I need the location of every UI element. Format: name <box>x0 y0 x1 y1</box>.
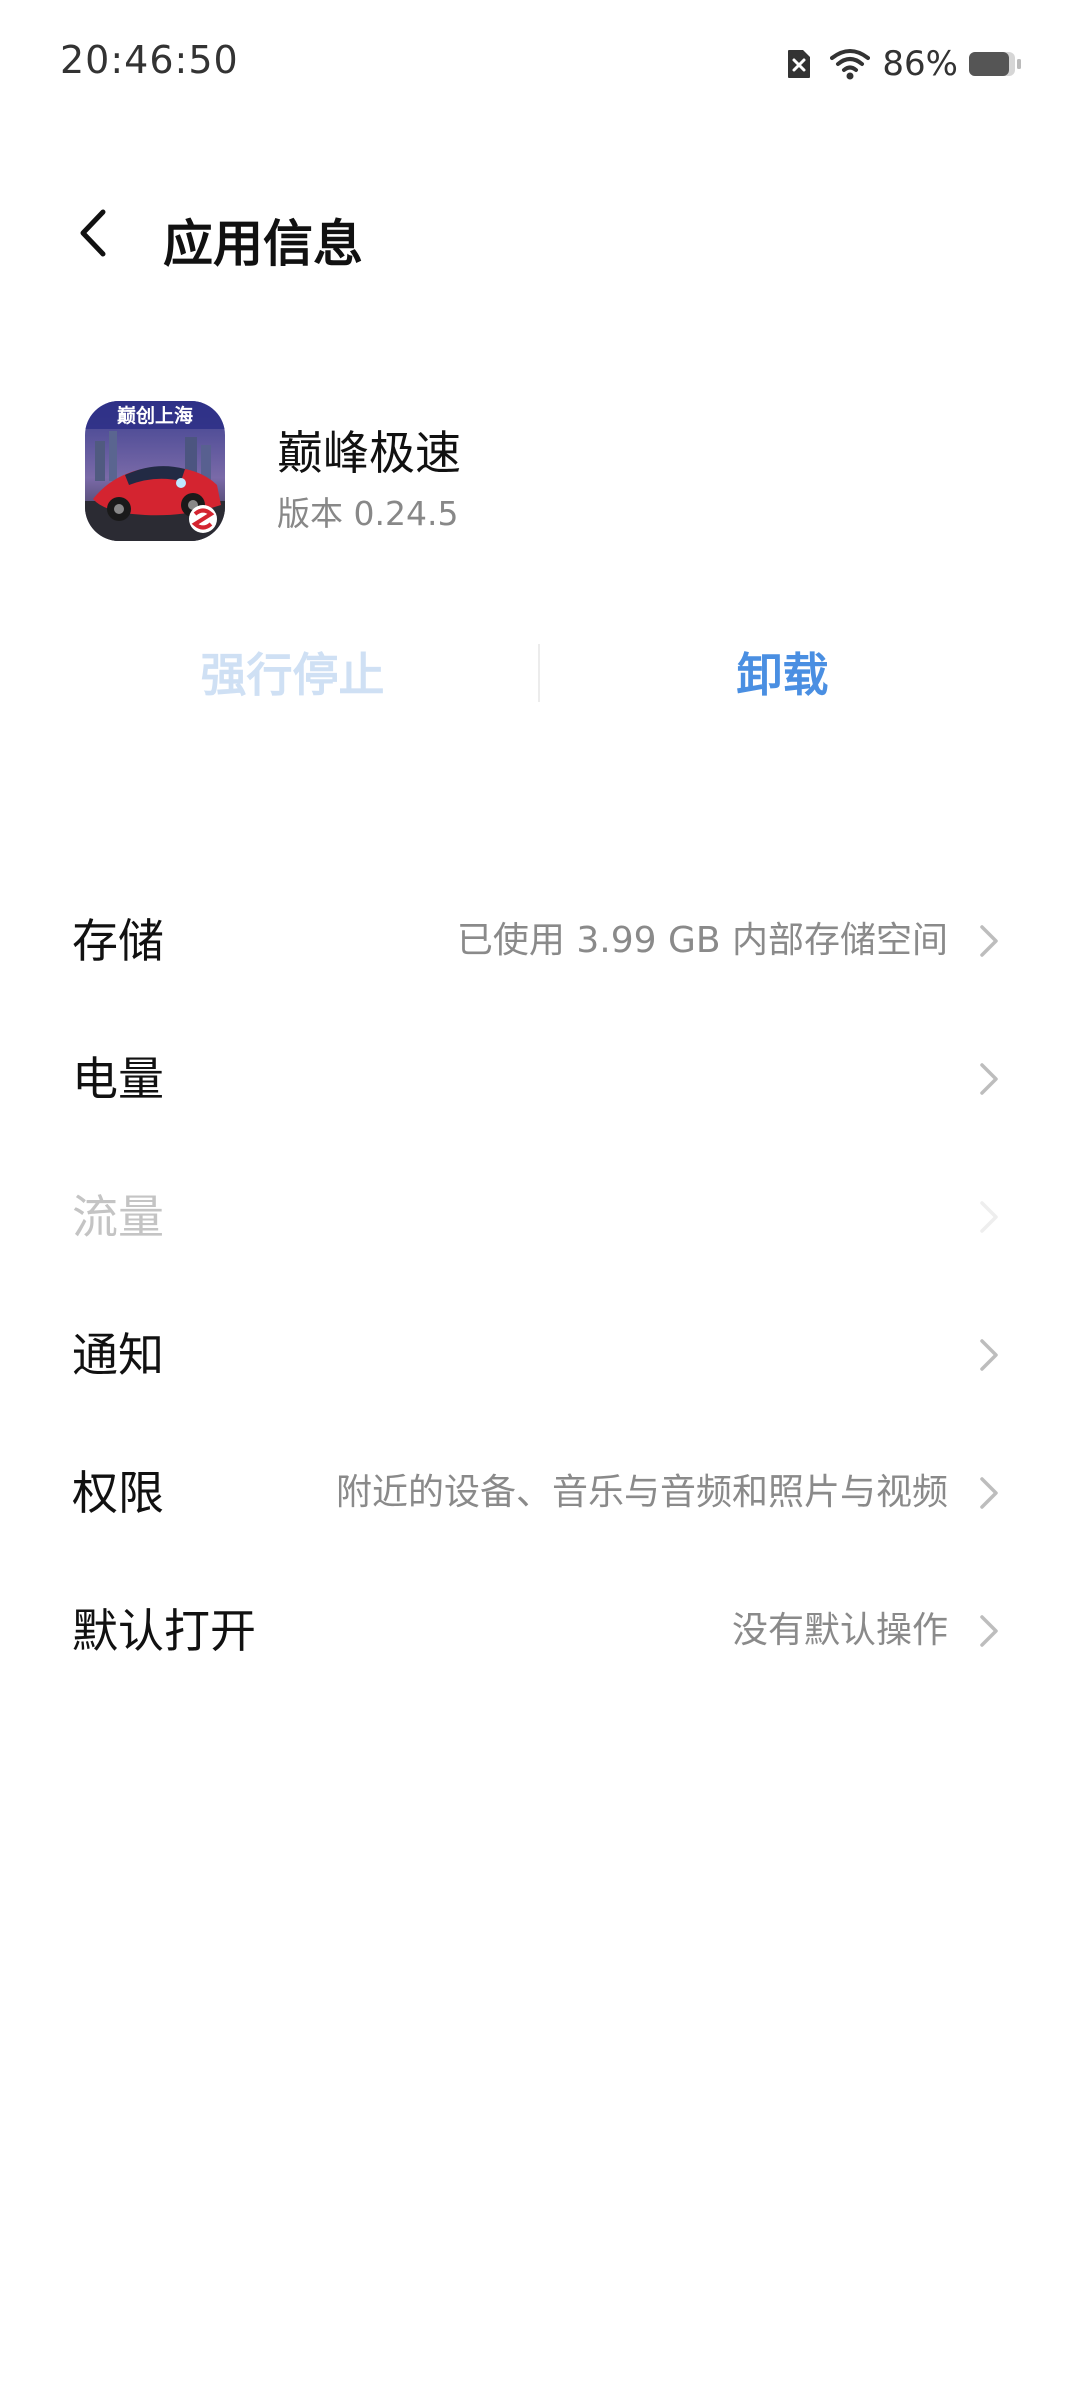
chevron-right-icon <box>968 1059 1008 1099</box>
settings-row-battery[interactable]: 电量 <box>0 1010 1080 1148</box>
page-title: 应用信息 <box>163 215 363 273</box>
settings-row-data-usage[interactable]: 流量 <box>0 1148 1080 1286</box>
battery-icon <box>968 50 1022 78</box>
wifi-icon <box>830 48 871 80</box>
settings-row-open-by-default[interactable]: 默认打开 没有默认操作 <box>0 1562 1080 1700</box>
settings-row-storage[interactable]: 存储 已使用 3.99 GB 内部存储空间 <box>0 872 1080 1010</box>
settings-row-value: 已使用 3.99 GB 内部存储空间 <box>456 920 948 961</box>
settings-row-label: 权限 <box>72 1466 164 1520</box>
header: 应用信息 <box>0 190 1080 280</box>
chevron-right-icon <box>968 1335 1008 1375</box>
chevron-right-icon <box>968 1473 1008 1513</box>
force-stop-button[interactable]: 强行停止 <box>100 630 485 714</box>
settings-row-label: 存储 <box>72 914 164 968</box>
battery-percent: 86% <box>882 44 958 84</box>
settings-row-value: 附近的设备、音乐与音频和照片与视频 <box>335 1472 948 1513</box>
app-name: 巅峰极速 <box>277 426 461 480</box>
settings-row-label: 流量 <box>72 1190 164 1244</box>
action-divider <box>538 644 540 702</box>
app-version: 版本 0.24.5 <box>277 494 459 533</box>
status-bar: 20:46:50 86% <box>0 0 1080 130</box>
app-info-card: 巅创上海 巅峰极速 版本 0.24.5 <box>0 395 1080 545</box>
chevron-right-icon <box>968 1611 1008 1651</box>
settings-row-permissions[interactable]: 权限 附近的设备、音乐与音频和照片与视频 <box>0 1424 1080 1562</box>
settings-row-value: 没有默认操作 <box>731 1610 948 1651</box>
status-icons: 86% <box>786 44 1022 84</box>
settings-row-label: 默认打开 <box>72 1604 256 1658</box>
settings-row-label: 电量 <box>72 1052 164 1106</box>
chevron-right-icon <box>968 921 1008 961</box>
app-icon-banner-text: 巅创上海 <box>117 404 193 427</box>
settings-row-label: 通知 <box>72 1328 164 1382</box>
chevron-right-icon <box>968 1197 1008 1237</box>
uninstall-button[interactable]: 卸载 <box>590 630 975 714</box>
app-icon: 巅创上海 <box>85 401 225 541</box>
sim-error-icon <box>786 48 812 80</box>
settings-row-notifications[interactable]: 通知 <box>0 1286 1080 1424</box>
back-button[interactable] <box>58 200 128 270</box>
app-actions: 强行停止 卸载 <box>0 630 1080 714</box>
settings-list: 存储 已使用 3.99 GB 内部存储空间 电量 流量 通知 权限 附近的设备、… <box>0 872 1080 1700</box>
chevron-left-icon <box>73 208 113 262</box>
status-time: 20:46:50 <box>60 38 239 82</box>
